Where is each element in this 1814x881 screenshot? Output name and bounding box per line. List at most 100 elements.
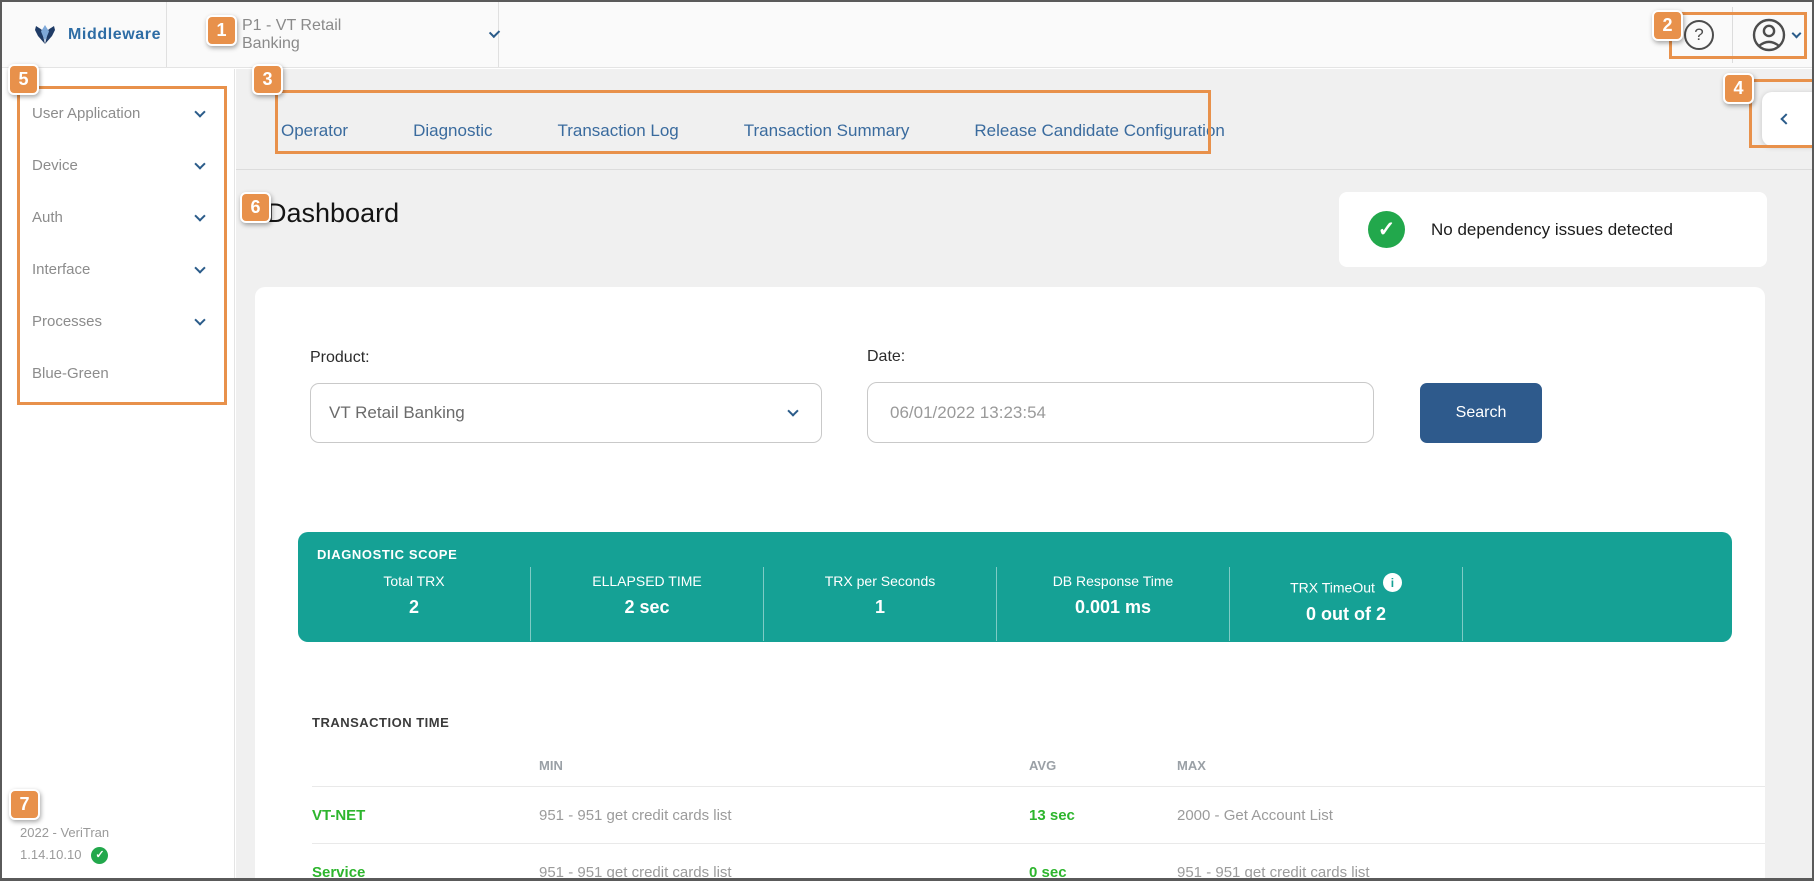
dashboard-card: Product: VT Retail Banking Date: 06/01/2… — [255, 287, 1765, 881]
sidebar: User Application Device Auth Interface P… — [2, 69, 235, 878]
sidebar-footer: 2022 - VeriTran 1.14.10.10 ✓ — [20, 822, 109, 866]
row-min: 951 - 951 get credit cards list — [539, 863, 732, 881]
table-header-min: MIN — [539, 757, 563, 773]
table-header-row: MIN AVG MAX — [312, 744, 1765, 786]
dependency-status-banner: ✓ No dependency issues detected — [1339, 192, 1767, 267]
app-window: Middleware P1 - VT Retail Banking ? User… — [0, 0, 1814, 881]
page-title: Dashboard — [267, 198, 400, 228]
metric-label: ELLAPSED TIME — [592, 573, 702, 589]
sidebar-item-processes[interactable]: Processes — [2, 295, 234, 347]
transaction-time-section: TRANSACTION TIME MIN AVG MAX VT-NET 951 … — [255, 715, 1765, 881]
metric-label: TRX TimeOut i — [1230, 573, 1462, 596]
sidebar-item-label: Blue-Green — [32, 364, 109, 382]
metric-value: 2 sec — [624, 597, 670, 617]
info-icon[interactable]: i — [1382, 573, 1402, 592]
sidebar-item-label: Device — [32, 156, 78, 174]
tab-bar: Operator Diagnostic Transaction Log Tran… — [236, 69, 1812, 170]
sidebar-item-blue-green[interactable]: Blue-Green — [2, 347, 234, 399]
row-max: 951 - 951 get credit cards list — [1177, 863, 1370, 881]
annotation-badge-5: 5 — [8, 64, 39, 95]
copyright-text: 2022 - VeriTran — [20, 825, 110, 840]
chevron-down-icon — [194, 261, 206, 274]
chevron-down-icon — [194, 105, 206, 118]
tab-transaction-log[interactable]: Transaction Log — [557, 121, 678, 141]
row-max: 2000 - Get Account List — [1177, 806, 1333, 824]
row-name: Service — [312, 863, 366, 881]
main-content: Operator Diagnostic Transaction Log Tran… — [236, 69, 1812, 881]
chevron-down-icon — [1791, 28, 1802, 38]
sidebar-item-label: Interface — [32, 260, 91, 278]
sidebar-item-label: User Application — [32, 104, 141, 122]
annotation-badge-3: 3 — [252, 64, 283, 95]
metric-label: Total TRX — [383, 573, 445, 589]
sidebar-item-interface[interactable]: Interface — [2, 243, 234, 295]
filters-row: Product: VT Retail Banking Date: 06/01/2… — [310, 348, 1542, 443]
metric-db-response-time: DB Response Time 0.001 ms — [997, 567, 1230, 641]
product-label: Product: — [310, 349, 370, 366]
row-avg: 0 sec — [1029, 863, 1067, 881]
chevron-down-icon — [194, 313, 206, 326]
user-menu[interactable] — [1733, 17, 1812, 53]
tab-diagnostic[interactable]: Diagnostic — [413, 121, 492, 141]
transaction-time-title: TRANSACTION TIME — [312, 715, 450, 730]
chevron-down-icon — [488, 26, 501, 39]
environment-dropdown-value: P1 - VT Retail Banking — [242, 16, 342, 52]
row-name: VT-NET — [312, 806, 366, 824]
metric-ellapsed-time: ELLAPSED TIME 2 sec — [531, 567, 764, 641]
row-avg: 13 sec — [1029, 806, 1075, 824]
table-row: Service 951 - 951 get credit cards list … — [312, 843, 1765, 881]
product-select[interactable]: VT Retail Banking — [310, 383, 822, 443]
sidebar-item-auth[interactable]: Auth — [2, 191, 234, 243]
success-check-icon: ✓ — [1368, 211, 1405, 248]
metric-value: 0.001 ms — [1074, 597, 1152, 617]
annotation-badge-1: 1 — [206, 15, 237, 46]
metric-trx-per-seconds: TRX per Seconds 1 — [764, 567, 997, 641]
diagnostic-metrics: Total TRX 2 ELLAPSED TIME 2 sec TRX per … — [298, 567, 1732, 641]
metric-total-trx: Total TRX 2 — [298, 567, 531, 641]
diagnostic-scope-title: DIAGNOSTIC SCOPE — [317, 547, 458, 562]
metric-label-text: TRX TimeOut — [1290, 579, 1375, 596]
annotation-badge-6: 6 — [240, 192, 271, 223]
version-ok-check-icon: ✓ — [91, 846, 109, 864]
annotation-badge-2: 2 — [1652, 10, 1683, 41]
dependency-status-text: No dependency issues detected — [1431, 219, 1673, 239]
chevron-down-icon — [194, 157, 206, 170]
product-field-group: Product: VT Retail Banking — [310, 349, 822, 443]
top-bar: Middleware P1 - VT Retail Banking ? — [2, 2, 1812, 68]
middleware-logo-icon — [32, 23, 58, 47]
table-header-avg: AVG — [1029, 757, 1057, 773]
tab-operator[interactable]: Operator — [281, 121, 348, 141]
metric-value: 1 — [874, 597, 885, 617]
tab-release-candidate-configuration[interactable]: Release Candidate Configuration — [974, 121, 1224, 141]
metric-label: DB Response Time — [1052, 573, 1174, 589]
sidebar-item-user-application[interactable]: User Application — [2, 87, 234, 139]
product-select-value: VT Retail Banking — [329, 403, 465, 422]
date-input[interactable]: 06/01/2022 13:23:54 — [867, 382, 1374, 443]
row-min: 951 - 951 get credit cards list — [539, 806, 732, 824]
date-field-group: Date: 06/01/2022 13:23:54 — [867, 348, 1374, 443]
chevron-left-icon — [1780, 113, 1792, 125]
brand-name: Middleware — [68, 25, 162, 43]
table-header-max: MAX — [1177, 757, 1206, 773]
user-icon — [1751, 17, 1787, 53]
annotation-badge-7: 7 — [9, 789, 40, 820]
sidebar-nav: User Application Device Auth Interface P… — [2, 69, 234, 399]
metric-trx-timeout: TRX TimeOut i 0 out of 2 — [1230, 567, 1463, 641]
annotation-badge-4: 4 — [1723, 73, 1754, 104]
sidebar-item-label: Processes — [32, 312, 103, 330]
metric-label: TRX per Seconds — [824, 573, 936, 589]
topbar-actions: ? — [1684, 2, 1812, 67]
brand: Middleware — [2, 2, 167, 67]
diagnostic-scope-panel: DIAGNOSTIC SCOPE Total TRX 2 ELLAPSED TI… — [298, 532, 1732, 642]
metric-value: 2 — [408, 597, 419, 617]
sidebar-item-device[interactable]: Device — [2, 139, 234, 191]
date-input-value: 06/01/2022 13:23:54 — [890, 402, 1046, 422]
tab-transaction-summary[interactable]: Transaction Summary — [744, 121, 910, 141]
date-label: Date: — [867, 348, 906, 365]
chevron-down-icon — [787, 405, 799, 417]
help-icon[interactable]: ? — [1684, 19, 1714, 50]
search-button[interactable]: Search — [1420, 383, 1542, 443]
sidebar-item-label: Auth — [32, 208, 63, 226]
transaction-time-table: MIN AVG MAX VT-NET 951 - 951 get credit … — [255, 744, 1765, 881]
collapse-panel-button[interactable] — [1762, 92, 1812, 146]
